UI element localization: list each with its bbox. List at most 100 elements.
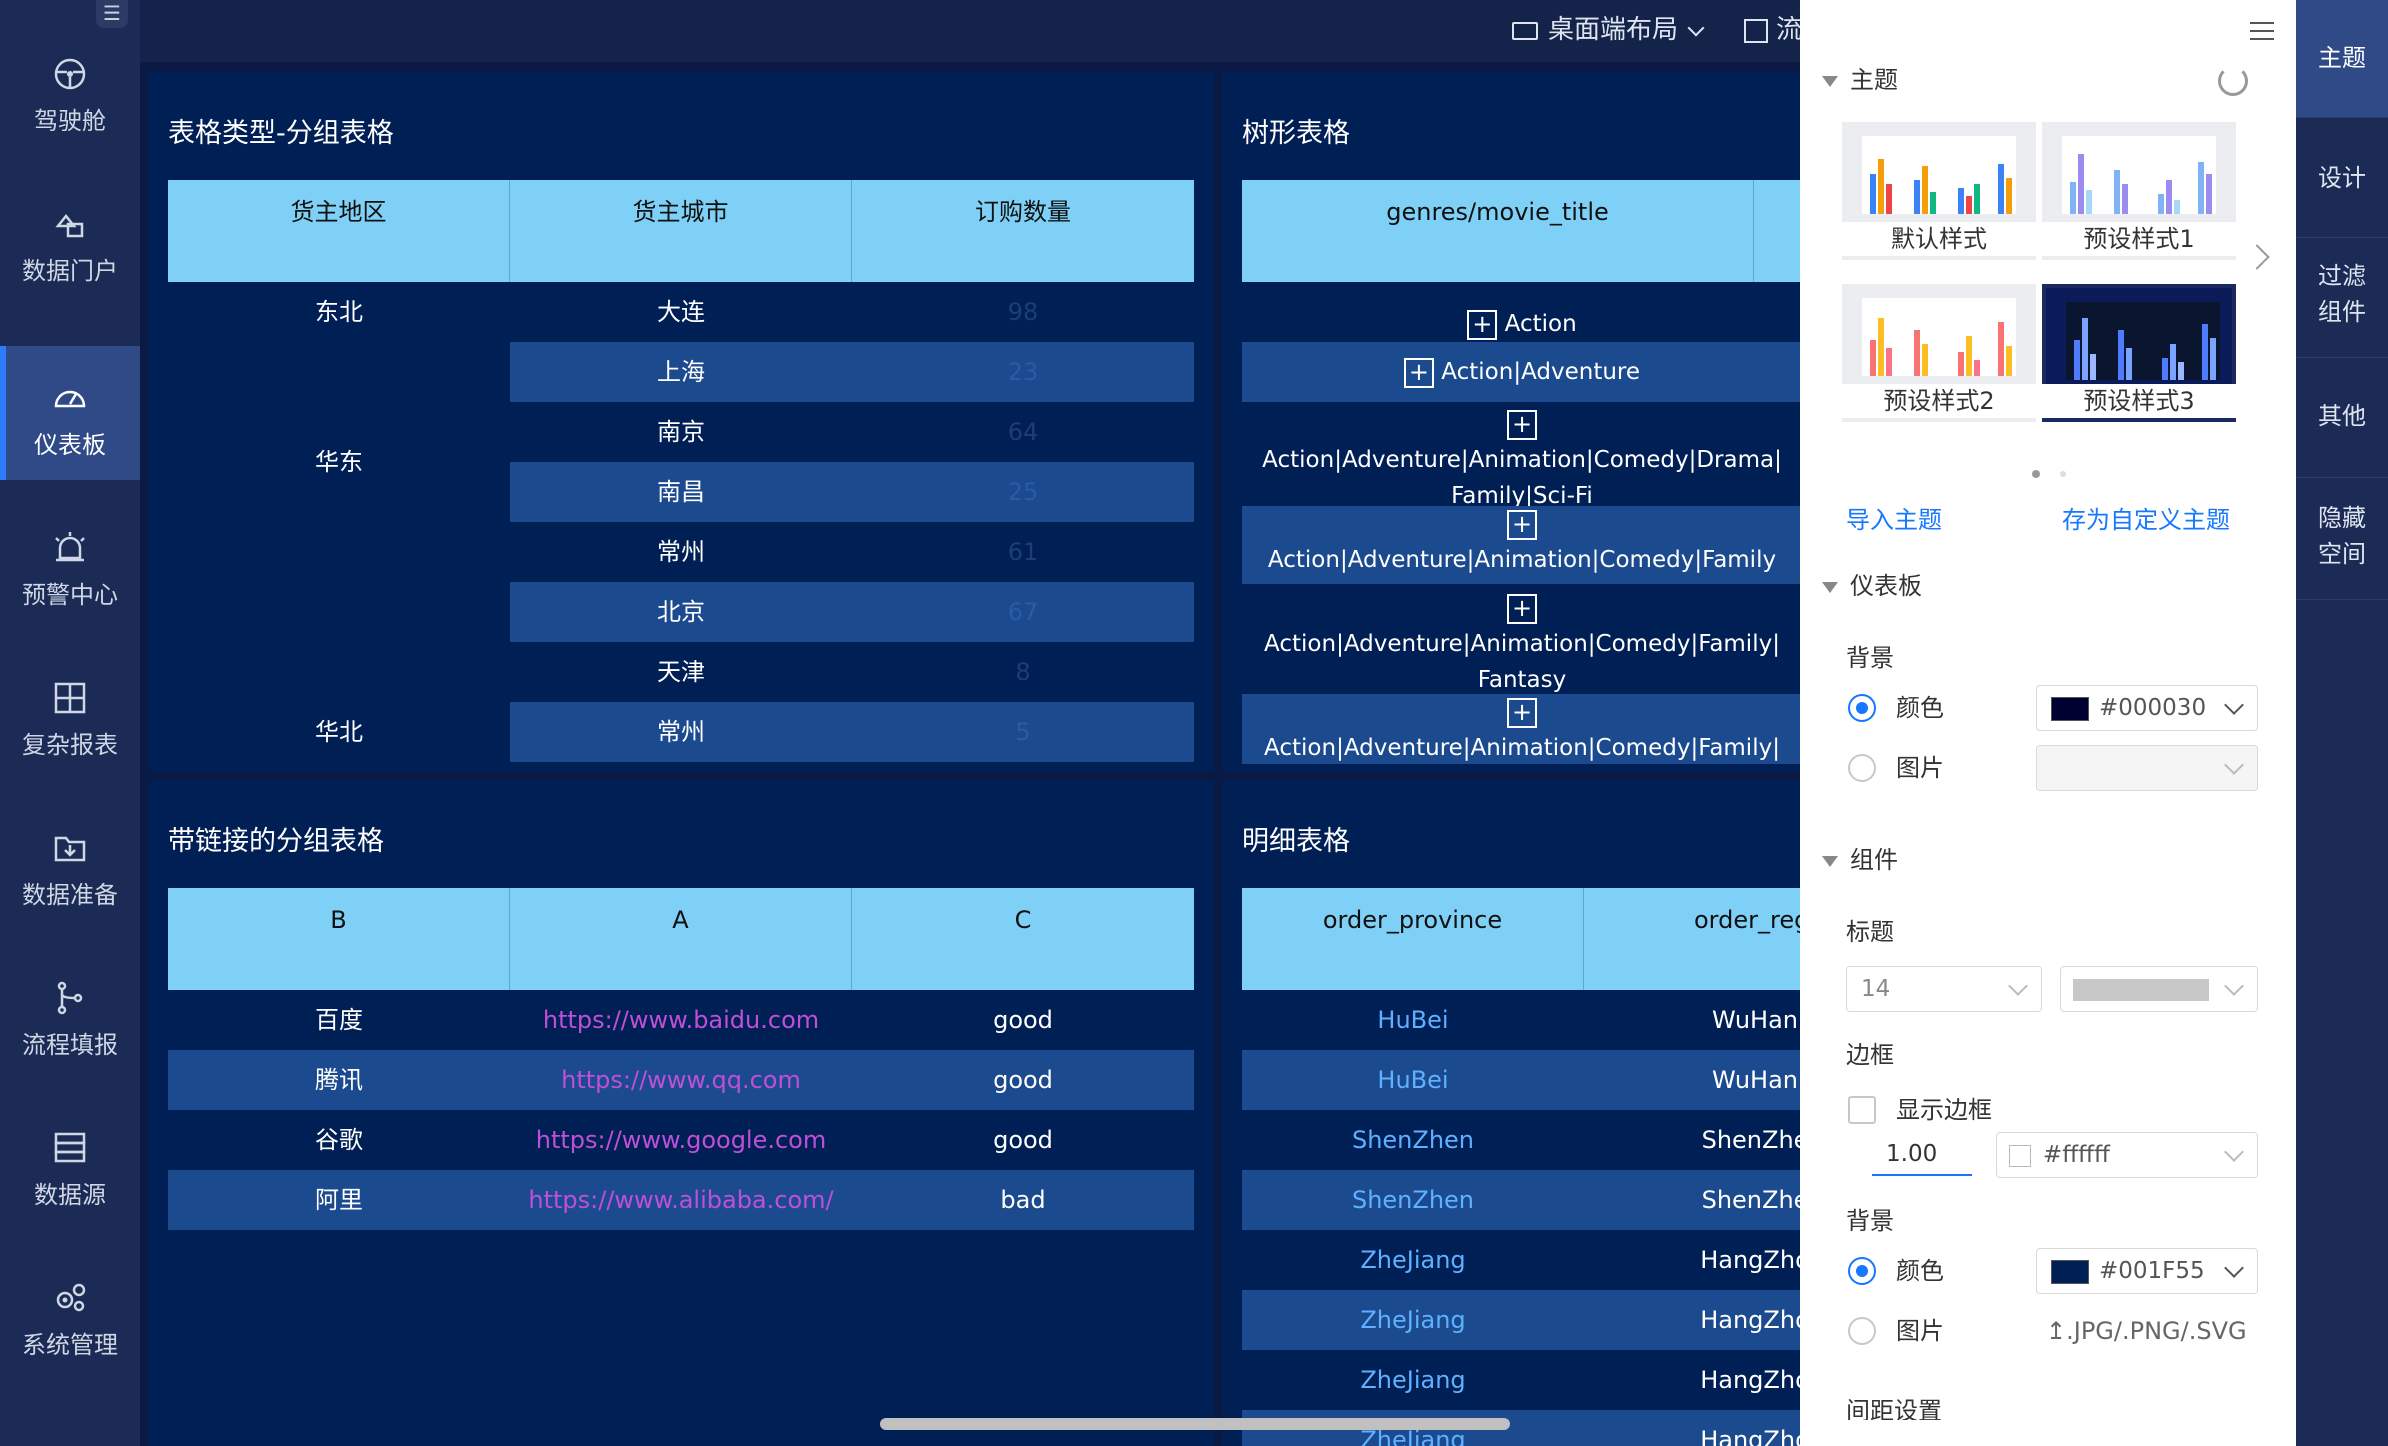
group-table-widget[interactable]: 表格类型-分组表格 货主地区 货主城市 订购数量 大连 98 上海 23 南京 64 … [148,72,1214,772]
table-row[interactable]: ZheJiang HangZho [1242,1350,1800,1410]
dashboard-color-picker[interactable]: #000030 [2036,685,2258,731]
detail-table-widget[interactable]: 明细表格 order_province order_regi HuBei WuHa… [1222,780,1800,1446]
column-header[interactable]: B [168,888,510,990]
nav-item-dashboard[interactable]: 仪表板 [0,346,140,480]
border-width-input[interactable]: 1.00 [1872,1134,1972,1176]
nav-item-alert-center[interactable]: 预警中心 [0,496,140,630]
tab-hidden-space[interactable]: 隐藏空间 [2296,478,2388,600]
table-row[interactable]: 天津 8 [510,642,1194,702]
expand-plus-icon[interactable]: + [1403,357,1434,388]
column-header[interactable]: order_regi [1584,888,1800,990]
tree-node[interactable]: + Action|Adventure|Animation|Comedy|Drama… [1242,406,1800,509]
tree-node[interactable]: + Action|Adventure|Animation|Comedy|Famil… [1242,694,1800,764]
url-link[interactable]: https://www.qq.com [510,1050,852,1110]
nav-item-data-portal[interactable]: 数据门户 [0,172,140,306]
title-font-size-select[interactable]: 14 [1846,966,2042,1012]
url-link[interactable]: https://www.baidu.com [510,990,852,1050]
table-row[interactable]: 南昌 25 [510,462,1194,522]
tab-other[interactable]: 其他 [2296,358,2388,478]
bg-image-radio[interactable] [1848,754,1876,782]
layout-selector[interactable]: 桌面端布局 [1512,12,1705,48]
nav-item-system-admin[interactable]: 系统管理 [0,1246,140,1380]
bg-color-radio[interactable] [1848,694,1876,722]
table-row[interactable]: 大连 98 [510,282,1194,342]
nav-item-cockpit[interactable]: 驾驶舱 [0,22,140,156]
expand-plus-icon[interactable]: + [1507,593,1537,624]
comp-bg-image-radio[interactable] [1848,1317,1876,1345]
chevron-down-icon [2224,695,2244,715]
caret-down-icon[interactable] [1822,582,1838,593]
url-link[interactable]: https://www.alibaba.com/ [510,1170,852,1230]
table-row[interactable]: 谷歌 https://www.google.com good [168,1110,1194,1170]
tab-filter-component[interactable]: 过滤组件 [2296,238,2388,358]
nav-item-data-prep[interactable]: 数据准备 [0,796,140,930]
rating-cell: good [993,1006,1053,1034]
nav-label: 数据准备 [22,881,118,909]
save-custom-theme-link[interactable]: 存为自定义主题 [2062,503,2230,537]
upload-image-button[interactable]: ↥.JPG/.PNG/.SVG [2046,1314,2247,1348]
table-row[interactable]: 腾讯 https://www.qq.com good [168,1050,1194,1110]
qty-cell: 64 [1007,418,1039,446]
expand-plus-icon[interactable]: + [1507,697,1537,728]
tab-theme[interactable]: 主题 [2296,0,2388,118]
column-header[interactable]: A [510,888,852,990]
flow-menu[interactable]: 流 [1744,12,1802,48]
table-row[interactable]: 常州 5 [510,702,1194,762]
table-row[interactable]: HuBei WuHan [1242,1050,1800,1110]
column-header[interactable]: 货主地区 [168,180,510,282]
column-header[interactable]: 订购数量 [852,180,1194,282]
theme-style-preset1[interactable]: 预设样式1 [2042,122,2236,260]
portal-icon [55,213,84,238]
node-label: Action|Adventure [1441,359,1641,385]
table-row[interactable]: ShenZhen ShenZhe [1242,1110,1800,1170]
column-header[interactable]: 货主城市 [510,180,852,282]
caret-down-icon[interactable] [1822,76,1838,87]
border-color-select[interactable]: #ffffff [1996,1132,2258,1178]
nav-item-data-source[interactable]: 数据源 [0,1096,140,1230]
show-border-checkbox[interactable] [1848,1096,1876,1124]
table-row[interactable]: 北京 67 [510,582,1194,642]
table-row[interactable]: HuBei WuHan [1242,990,1800,1050]
table-row[interactable]: ZheJiang HangZho [1242,1230,1800,1290]
table-row[interactable]: 百度 https://www.baidu.com good [168,990,1194,1050]
expand-plus-icon[interactable]: + [1467,309,1498,340]
tree-node[interactable]: + Action|Adventure|Animation|Comedy|Famil… [1242,590,1800,693]
bg-image-select[interactable] [2036,745,2258,791]
table-row[interactable]: 常州 61 [510,522,1194,582]
chevron-right-icon[interactable] [2244,244,2270,270]
pager-dot[interactable] [2060,471,2066,477]
title-color-select[interactable] [2060,966,2258,1012]
theme-style-default[interactable]: 默认样式 [1842,122,2036,260]
nav-item-process-fill[interactable]: 流程填报 [0,946,140,1080]
tree-node[interactable]: + Action|Adventure|Animation|Comedy|Famil… [1242,506,1800,584]
import-theme-link[interactable]: 导入主题 [1846,503,1942,537]
collapse-panel-icon[interactable] [2250,22,2274,40]
component-color-picker[interactable]: #001F55 [2036,1248,2258,1294]
color-value: #ffffff [2043,1142,2110,1168]
refresh-icon[interactable] [2218,66,2248,96]
tab-design[interactable]: 设计 [2296,118,2388,238]
link-group-table-widget[interactable]: 带链接的分组表格 B A C 百度 https://www.baidu.com go… [148,780,1214,1446]
table-row[interactable]: ZheJiang HangZho [1242,1290,1800,1350]
table-row[interactable]: 南京 64 [510,402,1194,462]
column-header[interactable]: genres/movie_title [1242,180,1754,282]
comp-bg-image-label: 图片 [1896,1317,1944,1345]
tree-table-widget[interactable]: 树形表格 genres/movie_title + Action + Actio… [1222,72,1800,772]
caret-down-icon[interactable] [1822,856,1838,867]
theme-style-preset3-selected[interactable]: 预设样式3 [2042,284,2236,422]
settings-gears-icon [56,1283,86,1312]
url-link[interactable]: https://www.google.com [510,1110,852,1170]
expand-plus-icon[interactable]: + [1507,409,1537,440]
column-header[interactable]: C [852,888,1194,990]
nav-item-complex-report[interactable]: 复杂报表 [0,646,140,780]
expand-plus-icon[interactable]: + [1507,509,1537,540]
table-row[interactable]: 上海 23 [510,342,1194,402]
horizontal-scrollbar[interactable] [880,1418,1510,1430]
theme-style-preset2[interactable]: 预设样式2 [1842,284,2036,422]
table-row[interactable]: 阿里 https://www.alibaba.com/bad [168,1170,1194,1230]
table-row[interactable]: ShenZhen ShenZhe [1242,1170,1800,1230]
comp-bg-color-radio[interactable] [1848,1257,1876,1285]
pager-dot-active[interactable] [2032,470,2040,478]
tree-node[interactable]: + Action|Adventure [1242,342,1800,402]
column-header[interactable]: order_province [1242,888,1584,990]
